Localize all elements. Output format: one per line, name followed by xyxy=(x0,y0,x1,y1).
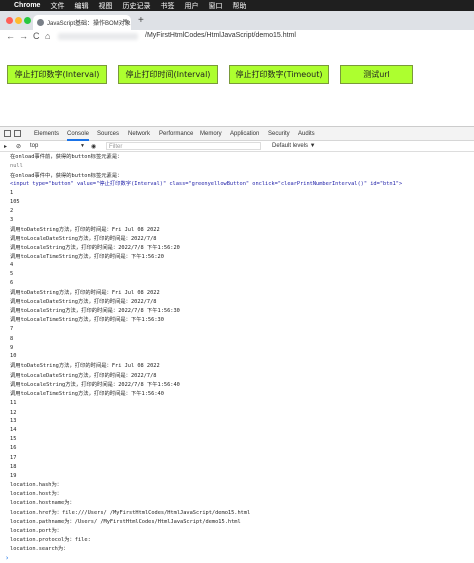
console-line: 16 xyxy=(10,445,17,451)
console-prompt[interactable]: › xyxy=(5,554,9,562)
console-line: 6 xyxy=(10,280,14,286)
console-line: 4 xyxy=(10,262,14,268)
zoom-window-icon[interactable] xyxy=(24,17,31,24)
console-line: 调用toDateString方法，打印的时间是：Fri Jul 08 2022 xyxy=(10,290,160,296)
console-line: 15 xyxy=(10,436,17,442)
eye-icon[interactable]: ◉ xyxy=(91,143,96,150)
redacted-url-prefix xyxy=(58,33,138,40)
console-line: 18 xyxy=(10,464,17,470)
console-line: 调用toLocaleString方法，打印的时间是：2022/7/8 下午1:5… xyxy=(10,382,180,388)
tab-application[interactable]: Application xyxy=(230,131,259,137)
page-content: 停止打印数字(Interval) 停止打印时间(Interval) 停止打印数字… xyxy=(0,43,474,125)
test-url-button[interactable]: 测试url xyxy=(340,65,413,84)
stop-number-timeout-button[interactable]: 停止打印数字(Timeout) xyxy=(229,65,329,84)
menu-edit[interactable]: 编辑 xyxy=(74,1,88,11)
tab-security[interactable]: Security xyxy=(268,131,290,137)
console-line: 8 xyxy=(10,336,14,342)
menu-bookmarks[interactable]: 书签 xyxy=(160,1,174,11)
tab-strip: JavaScript基础：操作BOM对象 × xyxy=(0,11,474,30)
inspect-icon[interactable] xyxy=(4,130,11,137)
globe-icon xyxy=(37,19,44,26)
console-line: 11 xyxy=(10,400,17,406)
tab-audits[interactable]: Audits xyxy=(298,131,315,137)
console-line: 调用toLocaleTimeString方法，打印的时间是：下午1:56:20 xyxy=(10,254,164,260)
console-line: 13 xyxy=(10,418,17,424)
console-line: 14 xyxy=(10,427,17,433)
stop-number-interval-button[interactable]: 停止打印数字(Interval) xyxy=(7,65,107,84)
browser-toolbar: ← → C ⌂ /MyFirstHtmlCodes/HtmlJavaScript… xyxy=(0,30,474,43)
menu-help[interactable]: 帮助 xyxy=(232,1,246,11)
close-window-icon[interactable] xyxy=(6,17,13,24)
menu-people[interactable]: 用户 xyxy=(184,1,198,11)
console-line: 3 xyxy=(10,217,14,223)
browser-tab[interactable]: JavaScript基础：操作BOM对象 × xyxy=(33,15,131,30)
minimize-window-icon[interactable] xyxy=(15,17,22,24)
console-line: 调用toLocaleTimeString方法，打印的时间是：下午1:56:40 xyxy=(10,391,164,397)
menu-view[interactable]: 视图 xyxy=(98,1,112,11)
console-line: 调用toLocaleString方法，打印的时间是：2022/7/8 下午1:5… xyxy=(10,245,180,251)
console-line: <input type="button" value="停止打印数字(Inter… xyxy=(10,181,403,187)
console-line: 2 xyxy=(10,208,14,214)
console-output: 在onload事件前，获得的button标签元素是： null 在onload事件中… xyxy=(0,152,474,563)
console-line: 调用toLocaleString方法，打印的时间是：2022/7/8 下午1:5… xyxy=(10,308,180,314)
tab-performance[interactable]: Performance xyxy=(159,131,193,137)
tab-elements[interactable]: Elements xyxy=(34,131,59,137)
console-line: 19 xyxy=(10,473,17,479)
filter-input[interactable]: Filter xyxy=(106,142,261,150)
console-line: 在onload事件中，获得的button标签元素是： xyxy=(10,173,123,179)
console-line: 调用toLocaleDateString方法，打印的时间是：2022/7/8 xyxy=(10,236,157,242)
menu-history[interactable]: 历史记录 xyxy=(122,1,150,11)
console-line: 调用toLocaleTimeString方法，打印的时间是：下午1:56:30 xyxy=(10,317,164,323)
console-line: location.href为：file:///Users/ /MyFirstHt… xyxy=(10,510,251,516)
stop-time-interval-button[interactable]: 停止打印时间(Interval) xyxy=(118,65,218,84)
console-line: 调用toLocaleDateString方法，打印的时间是：2022/7/8 xyxy=(10,373,157,379)
console-line: location.protocol为：file: xyxy=(10,537,91,543)
mac-menubar: Chrome 文件 编辑 视图 历史记录 书签 用户 窗口 帮助 xyxy=(0,0,474,11)
console-line: 105 xyxy=(10,199,20,205)
console-toolbar: ▸ ⊘ top ▼ ◉ Filter Default levels ▼ xyxy=(0,141,474,152)
menu-file[interactable]: 文件 xyxy=(50,1,64,11)
console-line: location.host为： xyxy=(10,491,63,497)
console-line: 7 xyxy=(10,326,14,332)
home-button[interactable]: ⌂ xyxy=(45,31,50,41)
menu-window[interactable]: 窗口 xyxy=(208,1,222,11)
console-line: 5 xyxy=(10,271,14,277)
console-line: 调用toLocaleDateString方法，打印的时间是：2022/7/8 xyxy=(10,299,157,305)
console-line: 在onload事件前，获得的button标签元素是： xyxy=(10,154,123,160)
new-tab-button[interactable]: + xyxy=(138,15,144,26)
console-line: location.pathname为：/Users/ /MyFirstHtmlC… xyxy=(10,519,241,525)
close-tab-icon[interactable]: × xyxy=(123,18,127,25)
menu-chrome[interactable]: Chrome xyxy=(14,2,40,9)
device-toolbar-icon[interactable] xyxy=(14,130,21,137)
tab-console[interactable]: Console xyxy=(67,131,90,141)
console-line: 12 xyxy=(10,410,17,416)
address-bar[interactable]: /MyFirstHtmlCodes/HtmlJavaScript/demo15.… xyxy=(145,32,296,39)
tab-network[interactable]: Network xyxy=(128,131,150,137)
console-line: 1 xyxy=(10,190,14,196)
console-line: 17 xyxy=(10,455,17,461)
devtools-tabbar: Elements Console Sources Network Perform… xyxy=(0,126,474,141)
console-line: location.port为： xyxy=(10,528,63,534)
console-line: 调用toDateString方法，打印的时间是：Fri Jul 08 2022 xyxy=(10,227,160,233)
context-selector[interactable]: top xyxy=(30,143,38,149)
tab-memory[interactable]: Memory xyxy=(200,131,222,137)
clear-console-icon[interactable]: ⊘ xyxy=(16,143,21,150)
console-line: 调用toDateString方法，打印的时间是：Fri Jul 08 2022 xyxy=(10,363,160,369)
console-line: location.search为： xyxy=(10,546,69,552)
console-line: null xyxy=(10,163,23,169)
sidebar-toggle-icon[interactable]: ▸ xyxy=(4,143,7,150)
reload-button[interactable]: C xyxy=(33,31,40,41)
log-levels-dropdown[interactable]: Default levels ▼ xyxy=(272,143,316,149)
tab-sources[interactable]: Sources xyxy=(97,131,119,137)
console-line: 9 xyxy=(10,345,14,351)
console-line: 10 xyxy=(10,353,17,359)
console-line: location.hash为： xyxy=(10,482,63,488)
back-button[interactable]: ← xyxy=(6,31,15,41)
context-dropdown-icon[interactable]: ▼ xyxy=(80,143,85,149)
tab-title: JavaScript基础：操作BOM对象 xyxy=(47,21,131,27)
forward-button[interactable]: → xyxy=(19,31,28,41)
console-line: location.hostname为： xyxy=(10,500,75,506)
